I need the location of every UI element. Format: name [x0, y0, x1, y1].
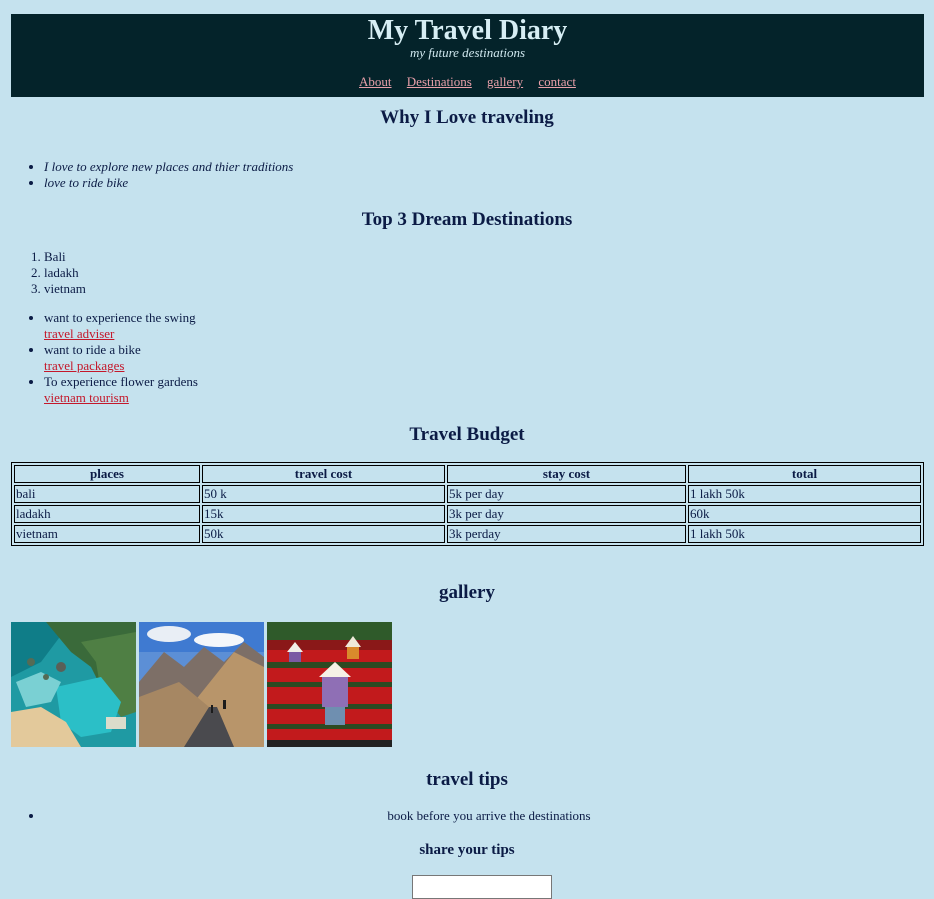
main-nav: About Destinations gallery contact [11, 74, 924, 90]
gallery-heading: gallery [439, 582, 495, 603]
list-item: want to experience the swing travel advi… [44, 310, 198, 342]
site-subtitle: my future destinations [409, 45, 526, 60]
table-row: bali 50 k 5k per day 1 lakh 50k [14, 485, 921, 503]
list-item: I love to explore new places and thier t… [44, 159, 293, 175]
gallery-image-ladakh [139, 622, 264, 747]
travel-adviser-link[interactable]: travel adviser [44, 326, 114, 341]
table-row: vietnam 50k 3k perday 1 lakh 50k [14, 525, 921, 543]
table-cell: 3k per day [447, 505, 686, 523]
site-title: My Travel Diary [367, 15, 568, 46]
list-item: Bali [44, 249, 86, 265]
nav-link-destinations[interactable]: Destinations [407, 74, 472, 89]
table-header-row: places travel cost stay cost total [14, 465, 921, 483]
site-header: My Travel Diary my future destinations A… [11, 14, 924, 97]
reason-text: want to ride a bike [44, 342, 141, 357]
table-cell: 50 k [202, 485, 445, 503]
why-list: I love to explore new places and thier t… [11, 159, 293, 191]
table-row: ladakh 15k 3k per day 60k [14, 505, 921, 523]
list-item: book before you arrive the destinations [44, 808, 934, 824]
list-item: love to ride bike [44, 175, 293, 191]
share-tips-heading: share your tips [419, 842, 515, 858]
table-cell: 50k [202, 525, 445, 543]
nav-link-about[interactable]: About [359, 74, 392, 89]
list-item: vietnam [44, 281, 86, 297]
column-header: places [14, 465, 200, 483]
table-cell: 1 lakh 50k [688, 525, 921, 543]
table-cell: 3k perday [447, 525, 686, 543]
table-cell: vietnam [14, 525, 200, 543]
why-heading: Why I Love traveling [380, 107, 554, 128]
reason-text: To experience flower gardens [44, 374, 198, 389]
gallery-image-bali [11, 622, 136, 747]
share-tips-input[interactable] [412, 875, 552, 899]
list-item: ladakh [44, 265, 86, 281]
column-header: stay cost [447, 465, 686, 483]
tips-list: book before you arrive the destinations [11, 808, 934, 824]
table-cell: bali [14, 485, 200, 503]
column-header: travel cost [202, 465, 445, 483]
tips-heading: travel tips [426, 769, 508, 790]
table-cell: 15k [202, 505, 445, 523]
destinations-list: Bali ladakh vietnam [11, 249, 86, 297]
nav-link-contact[interactable]: contact [538, 74, 576, 89]
table-cell: 1 lakh 50k [688, 485, 921, 503]
table-cell: 60k [688, 505, 921, 523]
table-cell: 5k per day [447, 485, 686, 503]
vietnam-tourism-link[interactable]: vietnam tourism [44, 390, 129, 405]
travel-packages-link[interactable]: travel packages [44, 358, 124, 373]
list-item: To experience flower gardens vietnam tou… [44, 374, 198, 406]
list-item: want to ride a bike travel packages [44, 342, 198, 374]
destinations-heading: Top 3 Dream Destinations [361, 209, 573, 230]
destination-reasons-list: want to experience the swing travel advi… [11, 310, 198, 406]
gallery-image-vietnam [267, 622, 392, 747]
budget-table: places travel cost stay cost total bali … [11, 462, 924, 546]
reason-text: want to experience the swing [44, 310, 196, 325]
column-header: total [688, 465, 921, 483]
table-cell: ladakh [14, 505, 200, 523]
nav-link-gallery[interactable]: gallery [487, 74, 523, 89]
budget-heading: Travel Budget [409, 424, 525, 445]
